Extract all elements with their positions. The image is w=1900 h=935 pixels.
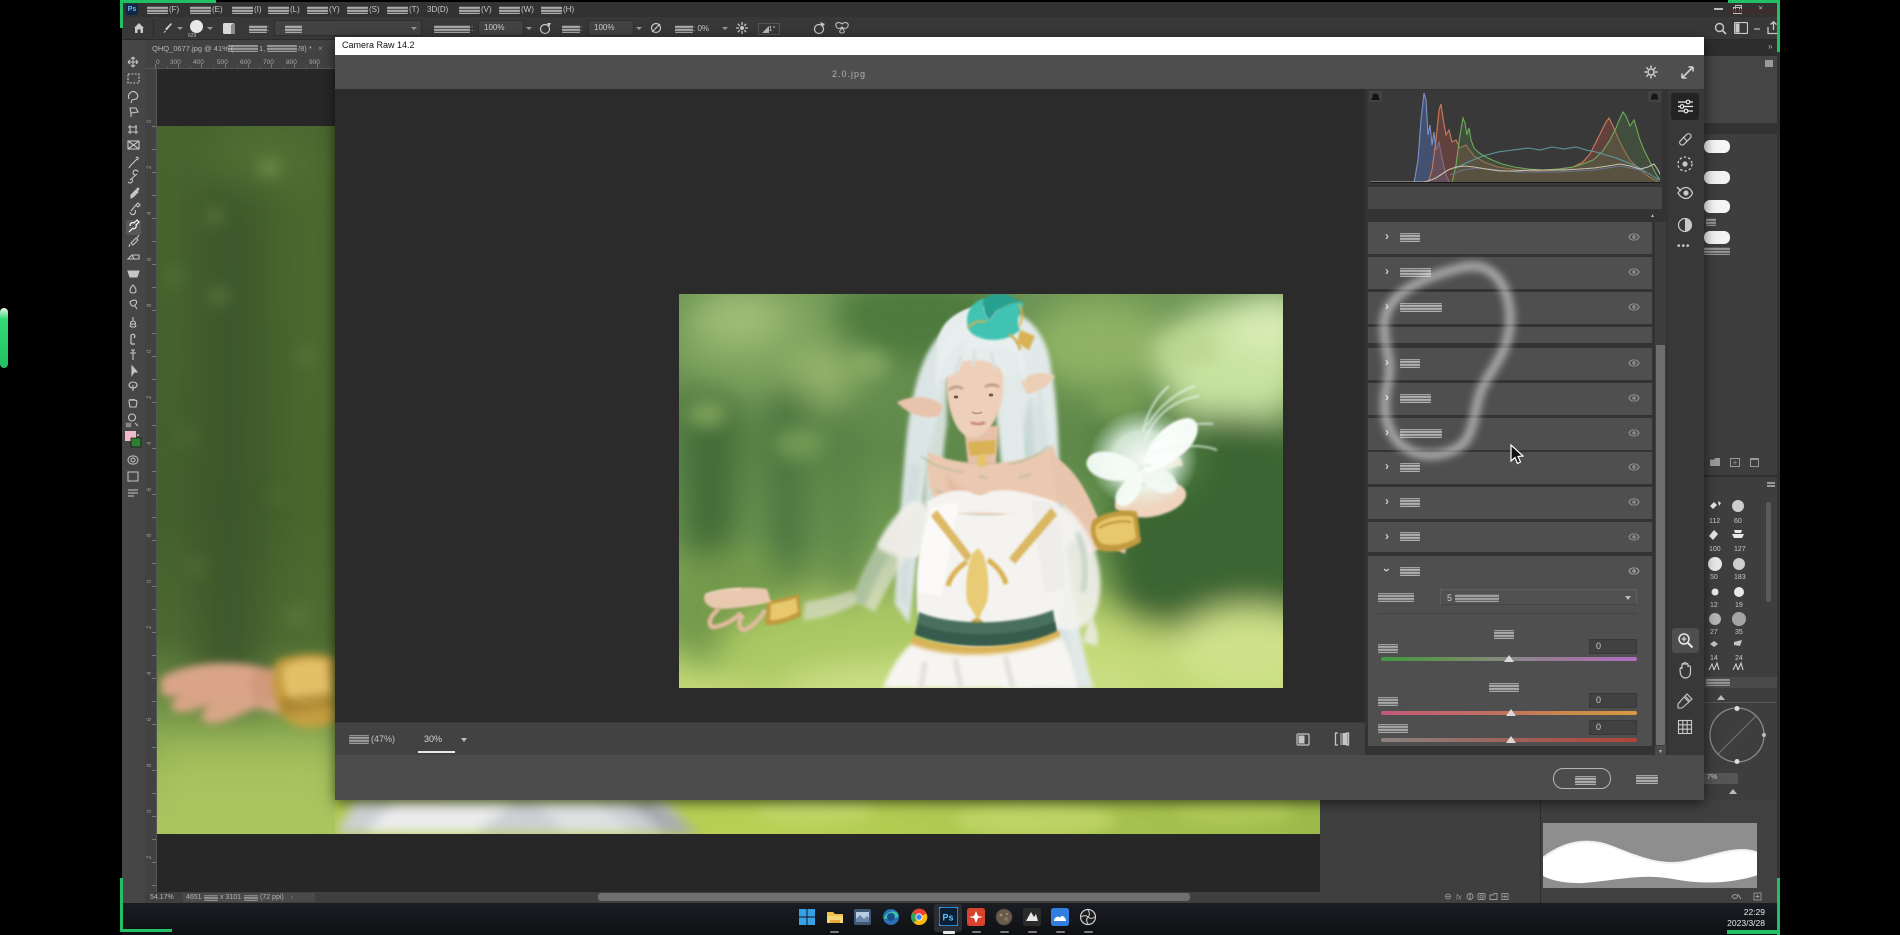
- svg-text:0: 0: [147, 579, 153, 583]
- svg-text:2: 2: [147, 625, 153, 629]
- svg-text:60: 60: [1734, 518, 1742, 525]
- svg-text:8: 8: [147, 763, 153, 767]
- svg-text:19: 19: [1735, 602, 1743, 609]
- svg-text:14: 14: [1710, 655, 1718, 662]
- svg-text:50: 50: [1710, 574, 1718, 581]
- svg-text:2: 2: [147, 855, 153, 859]
- svg-text:100: 100: [1709, 546, 1721, 553]
- svg-text:8: 8: [147, 303, 153, 307]
- svg-text:2: 2: [147, 395, 153, 399]
- svg-text:112: 112: [1709, 518, 1720, 525]
- svg-text:0: 0: [147, 809, 153, 813]
- svg-text:35: 35: [1735, 629, 1743, 636]
- svg-text:2: 2: [147, 165, 153, 169]
- svg-text:127: 127: [1734, 546, 1746, 553]
- svg-text:27: 27: [1710, 629, 1718, 636]
- svg-text:8: 8: [147, 533, 153, 537]
- svg-text:12: 12: [1710, 602, 1718, 609]
- svg-text:Ps: Ps: [943, 913, 954, 923]
- svg-text:0: 0: [147, 119, 153, 123]
- svg-text:183: 183: [1734, 574, 1746, 581]
- svg-text:fx: fx: [1456, 895, 1462, 902]
- svg-text:4: 4: [147, 671, 153, 675]
- svg-text:6: 6: [147, 717, 153, 721]
- svg-text:24: 24: [1735, 655, 1743, 662]
- svg-text:6: 6: [147, 487, 153, 491]
- svg-text:6: 6: [147, 257, 153, 261]
- svg-text:4: 4: [147, 441, 153, 445]
- svg-text:0: 0: [147, 349, 153, 353]
- svg-text:4: 4: [147, 211, 153, 215]
